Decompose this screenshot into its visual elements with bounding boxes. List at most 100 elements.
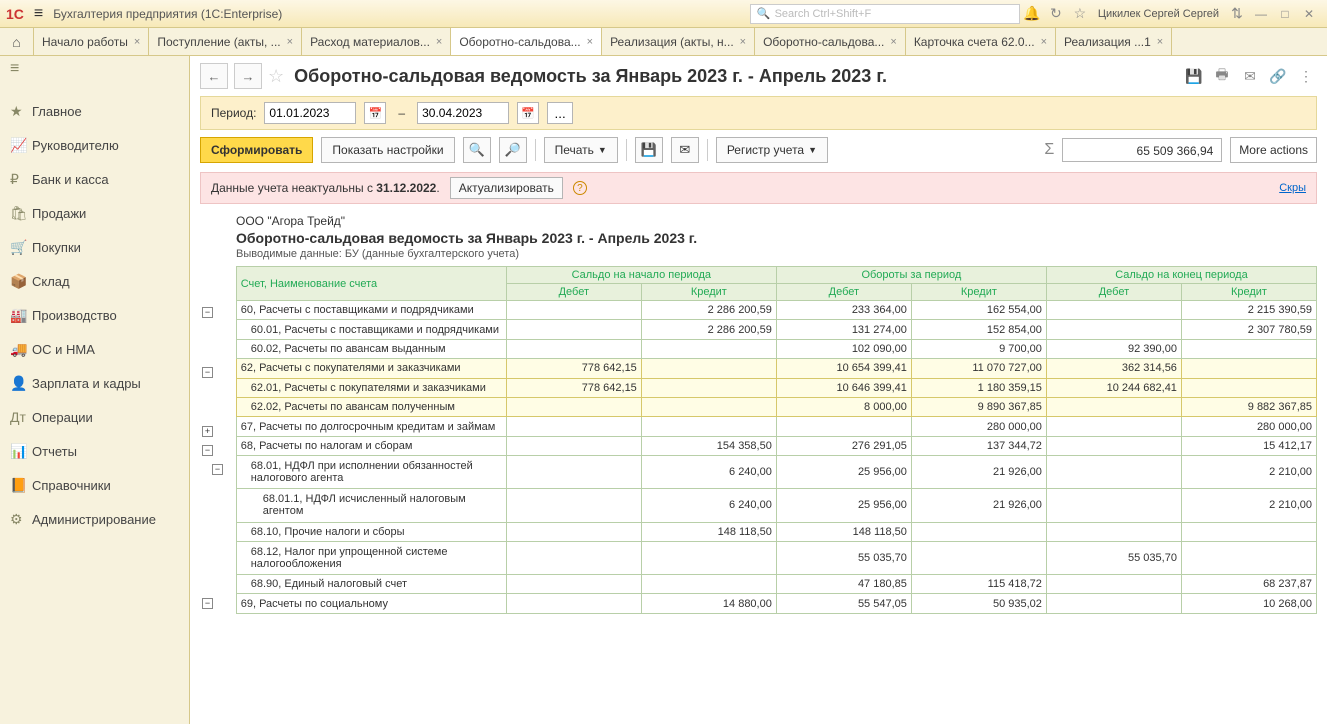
table-row[interactable]: 60, Расчеты с поставщиками и подрядчикам… <box>236 301 1316 320</box>
sidebar-item[interactable]: 👤Зарплата и кадры <box>0 366 189 400</box>
toolbar: Сформировать Показать настройки 🔍 🔎 Печа… <box>190 130 1327 170</box>
save-file-icon[interactable]: 💾 <box>635 137 663 163</box>
col-group-end: Сальдо на конец периода <box>1046 267 1316 284</box>
page-header: ← → ☆ Оборотно-сальдовая ведомость за Ян… <box>190 56 1327 96</box>
tab[interactable]: Оборотно-сальдова...× <box>451 28 602 55</box>
print-icon[interactable]: 🖶 <box>1211 65 1233 87</box>
table-row[interactable]: 62.01, Расчеты с покупателями и заказчик… <box>236 378 1316 397</box>
star-icon[interactable]: ☆ <box>1068 5 1092 22</box>
close-tab-icon[interactable]: × <box>287 36 293 48</box>
email-icon[interactable]: ✉ <box>671 137 699 163</box>
table-row[interactable]: 68.90, Единый налоговый счет47 180,85115… <box>236 575 1316 594</box>
report-subtitle: Выводимые данные: БУ (данные бухгалтерск… <box>236 248 1317 264</box>
tab[interactable]: Оборотно-сальдова...× <box>755 28 906 55</box>
table-row[interactable]: 62, Расчеты с покупателями и заказчиками… <box>236 359 1316 378</box>
tree-toggle[interactable]: − <box>202 445 213 456</box>
sidebar-item[interactable]: ★Главное <box>0 94 189 128</box>
actualize-button[interactable]: Актуализировать <box>450 177 563 199</box>
search-input[interactable]: 🔍 Search Ctrl+Shift+F <box>750 4 1020 24</box>
table-row[interactable]: 68, Расчеты по налогам и сборам154 358,5… <box>236 436 1316 455</box>
tab[interactable]: Поступление (акты, ...× <box>149 28 302 55</box>
sidebar-item[interactable]: 📊Отчеты <box>0 434 189 468</box>
table-row[interactable]: 60.01, Расчеты с поставщиками и подрядчи… <box>236 320 1316 339</box>
save-icon[interactable]: 💾 <box>1183 65 1205 87</box>
sidebar-item[interactable]: 🛒Покупки <box>0 230 189 264</box>
table-row[interactable]: 68.10, Прочие налоги и сборы148 118,5014… <box>236 522 1316 541</box>
tree-toggle[interactable]: + <box>202 426 213 437</box>
history-icon[interactable]: ↻ <box>1044 5 1068 22</box>
close-tab-icon[interactable]: × <box>740 36 746 48</box>
sidebar-item[interactable]: 🚚ОС и НМА <box>0 332 189 366</box>
page-title: Оборотно-сальдовая ведомость за Январь 2… <box>294 66 887 87</box>
filter-icon[interactable]: ⇅ <box>1225 5 1249 22</box>
tree-toggle[interactable]: − <box>212 464 223 475</box>
table-row[interactable]: 69, Расчеты по социальному14 880,0055 54… <box>236 594 1316 614</box>
sidebar-item[interactable]: ⚙Администрирование <box>0 502 189 536</box>
form-button[interactable]: Сформировать <box>200 137 313 163</box>
more-icon[interactable]: ⋮ <box>1295 65 1317 87</box>
show-settings-button[interactable]: Показать настройки <box>321 137 454 163</box>
tab[interactable]: Карточка счета 62.0...× <box>906 28 1056 55</box>
mail-icon[interactable]: ✉ <box>1239 65 1261 87</box>
table-row[interactable]: 67, Расчеты по долгосрочным кредитам и з… <box>236 417 1316 436</box>
tree-column: − − + − − − <box>200 266 236 614</box>
sidebar-item[interactable]: 🏭Производство <box>0 298 189 332</box>
bell-icon[interactable]: 🔔 <box>1020 5 1044 22</box>
back-button[interactable]: ← <box>200 63 228 89</box>
sidebar-item[interactable]: ≡ <box>0 60 189 94</box>
tab[interactable]: Расход материалов...× <box>302 28 451 55</box>
more-actions-button[interactable]: More actions <box>1230 137 1317 163</box>
close-tab-icon[interactable]: × <box>587 36 593 48</box>
warning-bar: Данные учета неактуальны с 31.12.2022. А… <box>200 172 1317 204</box>
tab[interactable]: Реализация (акты, н...× <box>602 28 755 55</box>
find-button[interactable]: 🔍 <box>463 137 491 163</box>
logo-1c: 1C <box>6 6 24 22</box>
table-row[interactable]: 68.01, НДФЛ при исполнении обязанностей … <box>236 456 1316 489</box>
org-name: ООО "Агора Трейд" <box>236 214 1317 230</box>
home-tab[interactable]: ⌂ <box>0 28 34 55</box>
tree-toggle[interactable]: − <box>202 598 213 609</box>
table-row[interactable]: 68.01.1, НДФЛ исчисленный налоговым аген… <box>236 489 1316 522</box>
help-icon[interactable]: ? <box>573 181 587 195</box>
close-tab-icon[interactable]: × <box>1157 36 1163 48</box>
hide-link[interactable]: Скры <box>1279 182 1306 194</box>
app-title: Бухгалтерия предприятия (1C:Enterprise) <box>53 7 282 21</box>
report-area: ООО "Агора Трейд" Оборотно-сальдовая вед… <box>190 210 1327 724</box>
minimize-button[interactable]: — <box>1249 7 1273 21</box>
date-to-input[interactable] <box>417 102 509 124</box>
sidebar-item[interactable]: 📦Склад <box>0 264 189 298</box>
sidebar-item[interactable]: 📈Руководителю <box>0 128 189 162</box>
close-tab-icon[interactable]: × <box>890 36 896 48</box>
sidebar-item[interactable]: 🛍Продажи <box>0 196 189 230</box>
sidebar-item[interactable]: ДтОперации <box>0 400 189 434</box>
tab[interactable]: Начало работы× <box>34 28 149 55</box>
tree-toggle[interactable]: − <box>202 307 213 318</box>
forward-button[interactable]: → <box>234 63 262 89</box>
close-tab-icon[interactable]: × <box>1041 36 1047 48</box>
register-button[interactable]: Регистр учета ▼ <box>716 137 828 163</box>
calendar-to-button[interactable]: 📅 <box>517 102 539 124</box>
favorite-star-icon[interactable]: ☆ <box>268 66 284 87</box>
table-row[interactable]: 62.02, Расчеты по авансам полученным8 00… <box>236 398 1316 417</box>
close-button[interactable]: ✕ <box>1297 7 1321 21</box>
print-button[interactable]: Печать ▼ <box>544 137 618 163</box>
maximize-button[interactable]: □ <box>1273 7 1297 21</box>
link-icon[interactable]: 🔗 <box>1267 65 1289 87</box>
tab[interactable]: Реализация ...1× <box>1056 28 1172 55</box>
close-tab-icon[interactable]: × <box>436 36 442 48</box>
tab-bar: ⌂ Начало работы×Поступление (акты, ...×Р… <box>0 28 1327 56</box>
sidebar-item[interactable]: ₽Банк и касса <box>0 162 189 196</box>
date-from-input[interactable] <box>264 102 356 124</box>
close-tab-icon[interactable]: × <box>134 36 140 48</box>
period-panel: Период: 📅 – 📅 ... <box>200 96 1317 130</box>
tree-toggle[interactable]: − <box>202 367 213 378</box>
hamburger-icon[interactable]: ≡ <box>34 5 43 23</box>
table-row[interactable]: 68.12, Налог при упрощенной системе нало… <box>236 541 1316 574</box>
sidebar-item[interactable]: 📙Справочники <box>0 468 189 502</box>
period-picker-button[interactable]: ... <box>547 102 573 124</box>
table-row[interactable]: 60.02, Расчеты по авансам выданным102 09… <box>236 339 1316 358</box>
find-next-button[interactable]: 🔎 <box>499 137 527 163</box>
user-name[interactable]: Цикилек Сергей Сергей <box>1092 8 1225 20</box>
calendar-from-button[interactable]: 📅 <box>364 102 386 124</box>
sigma-icon: Σ <box>1044 141 1054 159</box>
